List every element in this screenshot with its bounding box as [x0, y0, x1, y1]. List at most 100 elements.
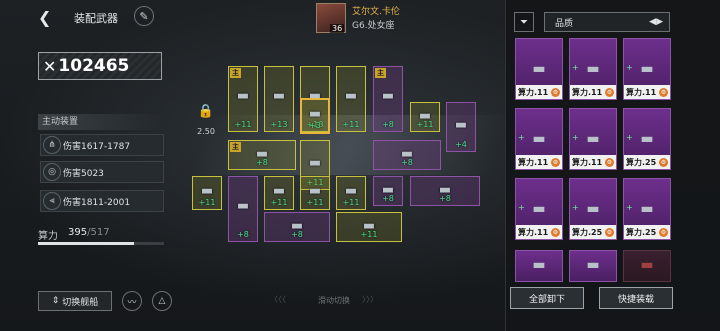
sort-toggle-icon[interactable]: ◀▶ — [649, 17, 663, 27]
weapon-icon: ▬ — [308, 183, 322, 199]
weapon-slot[interactable]: ▬ +8 — [228, 176, 258, 242]
weapon-slot[interactable]: ▬ +8 — [264, 212, 330, 242]
item-capacity-text: 算力.11 — [518, 227, 549, 237]
switch-ship-label: 切换舰船 — [62, 297, 99, 308]
weapon-slot[interactable]: ▬ +13 — [264, 66, 294, 132]
inventory-item[interactable]: ▬ + 算力.11 ⚙ — [569, 108, 617, 170]
slot-level: +3 — [309, 121, 321, 130]
upgrade-badge: + — [518, 133, 525, 142]
inventory-item[interactable]: ▬ + 算力.11 ⚙ — [515, 178, 563, 240]
weapon-icon: ▬ — [532, 131, 546, 147]
funnel-icon[interactable]: ⏷ — [514, 12, 534, 32]
pencil-icon[interactable]: ✎ — [134, 6, 154, 26]
gear-icon: ⚙ — [605, 87, 614, 97]
weapon-icon: ▬ — [586, 131, 600, 147]
item-capacity: 算力.25 ⚙ — [570, 225, 616, 239]
weapon-icon: ▬ — [344, 88, 358, 104]
weapon-slot[interactable]: 主 ▬ +8 — [228, 140, 296, 170]
item-capacity: 算力.11 ⚙ — [624, 85, 670, 99]
gear-icon: ⚙ — [551, 227, 560, 237]
commander-name: 艾尔文.卡伦 — [352, 7, 400, 17]
weapon-icon: ▬ — [344, 183, 358, 199]
weapon-icon: ▬ — [308, 106, 322, 122]
weapon-slot[interactable]: 主 ▬ +11 — [228, 66, 258, 132]
stat-row[interactable]: ⫷ 伤害1811-2001 — [40, 190, 164, 212]
unequip-all-button[interactable]: 全部卸下 — [510, 287, 584, 309]
weapon-slot[interactable]: ▬ +8 — [373, 176, 403, 206]
gear-icon: ⚙ — [551, 87, 560, 97]
slot-level: +11 — [342, 120, 360, 129]
inventory-item[interactable]: ▬ — [515, 250, 563, 282]
weapon-slot[interactable]: ▬ +11 — [264, 176, 294, 210]
inventory-item[interactable]: ▬ 算力.11 ⚙ — [515, 38, 563, 100]
weapon-icon: ▬ — [640, 61, 654, 77]
item-capacity: 算力.25 ⚙ — [624, 225, 670, 239]
upgrade-badge: + — [572, 63, 579, 72]
weapon-icon: ▬ — [532, 201, 546, 217]
combat-power-value: 102465 — [58, 56, 130, 76]
weapon-slot[interactable]: ▬ +11 — [336, 66, 366, 132]
item-capacity-text: 算力.11 — [572, 87, 603, 97]
ship-emblem-icon[interactable]: △ — [152, 291, 172, 311]
weapon-slot[interactable]: ▬ +11 — [192, 176, 222, 210]
slot-level: +4 — [455, 140, 467, 149]
item-capacity: 算力.11 ⚙ — [570, 85, 616, 99]
capacity-max: /517 — [87, 227, 110, 238]
weapon-slot[interactable]: ▬ +4 — [446, 102, 476, 152]
lock-indicator[interactable]: 🔒 2.50 — [192, 104, 220, 136]
weapon-icon: ▬ — [586, 201, 600, 217]
slot-level: +11 — [198, 198, 216, 207]
weapon-icon: ▬ — [640, 131, 654, 147]
stat-text: 伤害5023 — [63, 168, 104, 179]
crossed-swords-icon: ✕ — [43, 56, 57, 76]
inventory-item[interactable]: ▬ + 算力.11 ⚙ — [515, 108, 563, 170]
weapon-icon: ▬ — [381, 182, 395, 198]
inventory-item[interactable]: ▬ + 算力.25 ⚙ — [569, 178, 617, 240]
weapon-icon: ▬ — [272, 183, 286, 199]
item-capacity-text: 算力.11 — [572, 157, 603, 167]
triple-claw-icon: ⋔ — [43, 136, 61, 154]
inventory-item[interactable]: ▬ + 算力.25 ⚙ — [623, 108, 671, 170]
weapon-slot[interactable]: ▬ +11 — [336, 212, 402, 242]
gear-icon: ⚙ — [605, 227, 614, 237]
weapon-slot[interactable]: ▬ +8 — [410, 176, 480, 206]
weapon-slot[interactable]: ▬ +3 — [300, 98, 330, 134]
weapon-wave-icon[interactable]: 〰 — [122, 291, 142, 311]
capacity-bar — [38, 242, 164, 245]
weapon-slot[interactable]: ▬ +8 — [373, 140, 441, 170]
slot-level: +11 — [306, 198, 324, 207]
stat-text: 伤害1811-2001 — [63, 197, 131, 208]
inventory-item[interactable]: ▬ — [623, 250, 671, 282]
inventory-item[interactable]: ▬ + 算力.11 ⚙ — [623, 38, 671, 100]
page-title: 装配武器 — [74, 12, 118, 25]
weapon-icon: ▬ — [532, 257, 546, 273]
gear-icon: ⚙ — [659, 227, 668, 237]
switch-ship-button[interactable]: ⇕ 切换舰船 — [38, 291, 112, 311]
weapon-icon: ▬ — [438, 182, 452, 198]
lock-icon: 🔒 — [197, 104, 215, 119]
weapon-slot[interactable]: 主 ▬ +8 — [373, 66, 403, 132]
lock-value: 2.50 — [197, 127, 215, 136]
inventory-item[interactable]: ▬ + 算力.25 ⚙ — [623, 178, 671, 240]
weapon-icon: ▬ — [454, 117, 468, 133]
active-device-section-title: 主动装置 — [38, 114, 164, 130]
item-capacity: 算力.11 ⚙ — [516, 85, 562, 99]
weapon-slot[interactable]: ▬ +11 — [410, 102, 440, 132]
weapon-icon: ▬ — [236, 198, 250, 214]
quick-equip-button[interactable]: 快捷装载 — [599, 287, 673, 309]
item-capacity: 算力.11 ⚙ — [570, 155, 616, 169]
inventory-item[interactable]: ▬ + 算力.11 ⚙ — [569, 38, 617, 100]
back-arrow-icon[interactable]: ❮ — [38, 8, 51, 27]
weapon-slot[interactable]: ▬ +11 — [300, 176, 330, 210]
sort-dropdown[interactable]: 品质 ◀▶ — [544, 12, 670, 32]
upgrade-badge: + — [626, 63, 633, 72]
weapon-icon: ▬ — [381, 88, 395, 104]
weapon-slot[interactable]: ▬ +11 — [336, 176, 366, 210]
stat-row[interactable]: ⋔ 伤害1617-1787 — [40, 134, 164, 156]
capacity-value: 395/517 — [68, 227, 110, 238]
item-capacity-text: 算力.25 — [572, 227, 603, 237]
capacity-bar-fill — [38, 242, 135, 245]
stat-row[interactable]: ◎ 伤害5023 — [40, 161, 164, 183]
inventory-item[interactable]: ▬ — [569, 250, 617, 282]
commander-subtitle: G6.处女座 — [352, 21, 395, 31]
